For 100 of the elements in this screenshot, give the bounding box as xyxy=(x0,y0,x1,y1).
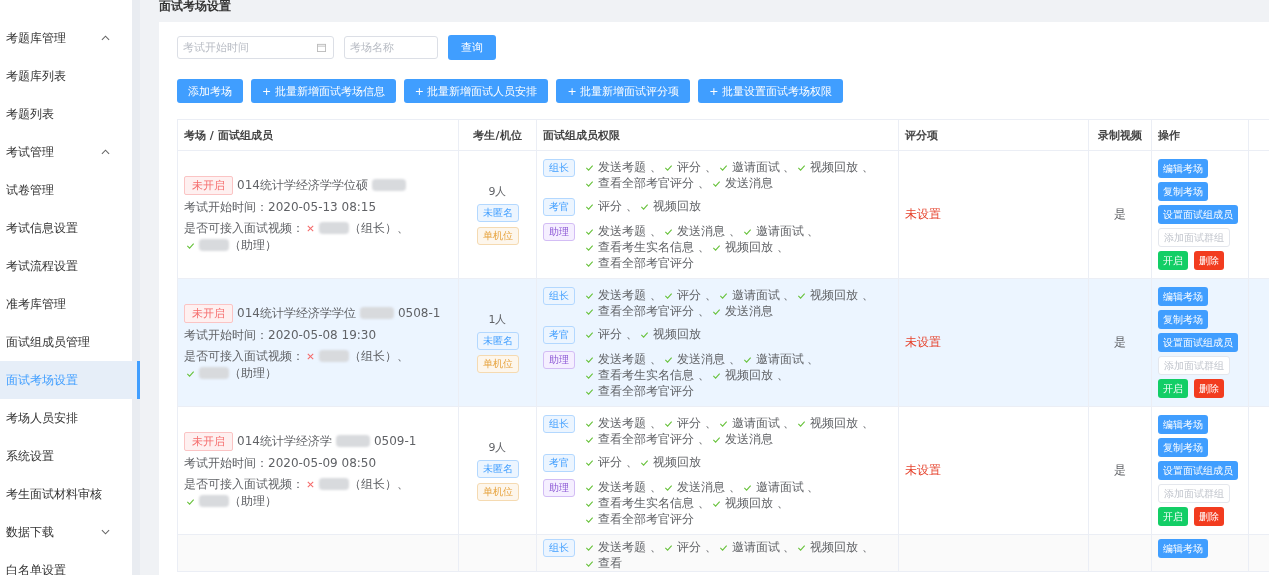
sidebar-item[interactable]: 考题库管理 xyxy=(0,19,132,57)
redacted-block xyxy=(319,350,349,362)
redacted-block xyxy=(335,435,370,447)
column-header: 考场 / 面试组成员 xyxy=(184,127,273,143)
permission-label: 查看全部考官评分 、 xyxy=(598,175,710,190)
sidebar-item[interactable]: 考试管理 xyxy=(0,133,132,171)
member-role: （组长）、 xyxy=(349,348,409,363)
permission-label: 查看全部考官评分 xyxy=(598,511,694,526)
action-button[interactable]: 开启 xyxy=(1158,251,1188,270)
permission-label: 评分 、 xyxy=(598,198,638,213)
action-button[interactable]: 删除 xyxy=(1194,379,1224,398)
video-label: 是否可接入面试视频： xyxy=(184,476,304,491)
sidebar-item[interactable]: 考场人员安排 xyxy=(0,399,132,437)
permission-label: 评分 、 xyxy=(676,159,717,174)
room-name: 014统计学经济学 xyxy=(237,432,332,450)
sidebar-item[interactable]: 考生面试材料审核 xyxy=(0,475,132,513)
permission-label: 邀请面试 、 xyxy=(731,540,796,554)
permission-label: 视频回放 、 xyxy=(810,159,875,174)
action-button[interactable]: 设置面试组成员 xyxy=(1158,333,1238,352)
redacted-block xyxy=(199,239,229,251)
action-button[interactable]: 开启 xyxy=(1158,379,1188,398)
chevron-icon xyxy=(101,149,110,155)
action-button[interactable]: 设置面试组成员 xyxy=(1158,205,1238,224)
sidebar-item[interactable]: 准考库管理 xyxy=(0,285,132,323)
sidebar-item[interactable]: 考试信息设置 xyxy=(0,209,132,247)
sidebar-item[interactable]: 考题列表 xyxy=(0,95,132,133)
check-icon xyxy=(663,543,673,552)
sidebar-item[interactable]: 试卷管理 xyxy=(0,171,132,209)
action-button[interactable]: 编辑考场 xyxy=(1158,539,1208,558)
action-button[interactable]: 编辑考场 xyxy=(1158,415,1208,434)
sidebar-item[interactable]: 系统设置 xyxy=(0,437,132,475)
sidebar-item[interactable]: 数据下载 xyxy=(0,513,132,551)
column-header: 操作 xyxy=(1158,127,1180,143)
action-button[interactable]: 编辑考场 xyxy=(1158,159,1208,178)
sidebar-item[interactable]: 白名单设置 xyxy=(0,551,132,575)
toolbar-button[interactable]: 添加考场 xyxy=(177,79,243,103)
record-video-value: 是 xyxy=(1114,206,1126,223)
permission-label: 评分 、 xyxy=(598,454,638,469)
date-field[interactable]: 考试开始时间 xyxy=(177,36,334,59)
member-role: （组长）、 xyxy=(349,220,409,235)
sidebar-item[interactable]: 面试考场设置 xyxy=(0,361,140,399)
start-time: 考试开始时间：2020-05-08 19:30 xyxy=(184,326,378,344)
tag: 未匿名 xyxy=(476,460,519,478)
permission-label: 发送考题 、 xyxy=(598,223,662,238)
sidebar-item[interactable]: 考题库列表 xyxy=(0,57,132,95)
member-role: （助理） xyxy=(229,493,277,508)
permission-label: 视频回放 、 xyxy=(724,367,789,382)
permission-label: 发送消息 xyxy=(724,431,773,446)
role-tag: 组长 xyxy=(543,539,575,557)
action-button[interactable]: 开启 xyxy=(1158,507,1188,526)
action-button[interactable]: 复制考场 xyxy=(1158,438,1208,457)
toolbar-button[interactable]: + 批量新增面试考场信息 xyxy=(251,79,396,103)
member-role: （助理） xyxy=(229,237,277,252)
tag: 单机位 xyxy=(476,227,519,245)
chevron-icon xyxy=(101,35,110,41)
permission-label: 视频回放 xyxy=(652,326,701,341)
column-header: 面试组成员权限 xyxy=(543,127,620,143)
sidebar-item[interactable]: 考试流程设置 xyxy=(0,247,132,285)
action-button[interactable]: 设置面试组成员 xyxy=(1158,461,1238,480)
calendar-icon xyxy=(317,43,326,52)
action-button[interactable]: 删除 xyxy=(1194,251,1224,270)
redacted-block xyxy=(371,179,406,191)
permission-label: 查看考生实名信息 、 xyxy=(598,367,710,382)
record-video-value: 是 xyxy=(1114,462,1126,479)
role-tag: 助理 xyxy=(543,222,575,241)
permission-label: 查看考生实名信息 、 xyxy=(598,495,710,510)
permission-label: 邀请面试 、 xyxy=(755,223,820,238)
sidebar-item[interactable]: 面试组成员管理 xyxy=(0,323,132,361)
video-label: 是否可接入面试视频： xyxy=(184,220,304,235)
check-icon xyxy=(718,543,728,552)
toolbar-button[interactable]: + 批量新增面试评分项 xyxy=(556,79,691,103)
toolbar-button[interactable]: + 批量新增面试人员安排 xyxy=(403,79,549,103)
permission-label: 发送消息 、 xyxy=(676,223,741,238)
search-field[interactable]: 考场名称 xyxy=(344,36,438,59)
permission-label: 视频回放 、 xyxy=(724,495,789,510)
action-button[interactable]: 复制考场 xyxy=(1158,182,1208,201)
page-title: 面试考场设置 xyxy=(159,0,232,15)
permission-label: 邀请面试 、 xyxy=(755,479,820,494)
role-tag: 组长 xyxy=(543,286,575,305)
status-tag: 未开启 xyxy=(184,303,233,323)
role-tag: 考官 xyxy=(543,453,575,472)
action-button[interactable]: 编辑考场 xyxy=(1158,287,1208,306)
permission-label: 查看全部考官评分 xyxy=(598,255,694,270)
member-role: （组长）、 xyxy=(349,476,409,491)
toolbar-button[interactable]: + 批量设置面试考场权限 xyxy=(698,79,843,103)
action-button[interactable]: 复制考场 xyxy=(1158,310,1208,329)
permission-label: 查看考生实名信息 、 xyxy=(598,239,710,254)
action-button[interactable]: 删除 xyxy=(1194,507,1224,526)
redacted-block xyxy=(359,307,394,319)
record-video-value: 是 xyxy=(1114,334,1126,351)
redacted-block xyxy=(199,367,229,379)
search-button[interactable]: 查询 xyxy=(448,35,496,60)
permission-label: 发送考题 、 xyxy=(598,479,662,494)
permission-label: 视频回放 、 xyxy=(810,540,875,554)
chevron-icon xyxy=(101,529,110,535)
candidate-count: 1人 xyxy=(488,312,507,327)
tag: 单机位 xyxy=(476,483,519,501)
permission-label: 视频回放 、 xyxy=(810,415,875,430)
room-name: 014统计学经济学学位硕 xyxy=(237,176,368,194)
tag: 未匿名 xyxy=(476,332,519,350)
